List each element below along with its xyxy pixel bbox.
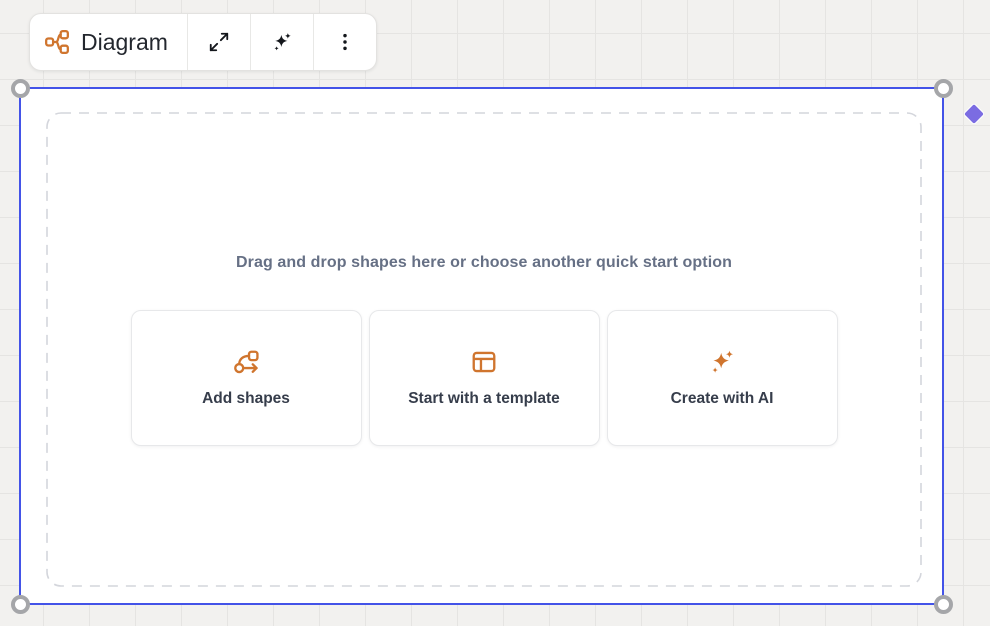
- card-label: Start with a template: [408, 390, 560, 408]
- diagram-title-label: Diagram: [81, 29, 168, 56]
- dropzone-heading: Drag and drop shapes here or choose anot…: [236, 254, 732, 272]
- resize-handle-top-left[interactable]: [11, 79, 30, 98]
- diagram-icon: [44, 29, 70, 55]
- add-shapes-icon: [232, 348, 260, 376]
- connector-endpoint-diamond[interactable]: [963, 103, 986, 126]
- ai-sparkles-icon: [708, 348, 736, 376]
- diagram-title-button[interactable]: Diagram: [30, 14, 187, 70]
- diagram-toolbar: Diagram: [29, 13, 377, 71]
- create-with-ai-button[interactable]: Create with AI: [607, 310, 838, 446]
- expand-icon: [208, 31, 230, 53]
- diagram-frame[interactable]: Drag and drop shapes here or choose anot…: [19, 87, 944, 605]
- card-label: Create with AI: [671, 390, 774, 408]
- expand-button[interactable]: [187, 14, 250, 70]
- more-options-icon: [334, 31, 356, 53]
- ai-button[interactable]: [250, 14, 313, 70]
- template-icon: [470, 348, 498, 376]
- start-with-template-button[interactable]: Start with a template: [369, 310, 600, 446]
- quick-start-options: Add shapes Start with a template: [131, 310, 838, 446]
- ai-sparkles-icon: [271, 31, 293, 53]
- resize-handle-top-right[interactable]: [934, 79, 953, 98]
- resize-handle-bottom-right[interactable]: [934, 595, 953, 614]
- more-options-button[interactable]: [313, 14, 376, 70]
- add-shapes-button[interactable]: Add shapes: [131, 310, 362, 446]
- diagram-dropzone[interactable]: Drag and drop shapes here or choose anot…: [46, 112, 922, 587]
- card-label: Add shapes: [202, 390, 290, 408]
- resize-handle-bottom-left[interactable]: [11, 595, 30, 614]
- whiteboard-canvas[interactable]: Drag and drop shapes here or choose anot…: [0, 0, 990, 626]
